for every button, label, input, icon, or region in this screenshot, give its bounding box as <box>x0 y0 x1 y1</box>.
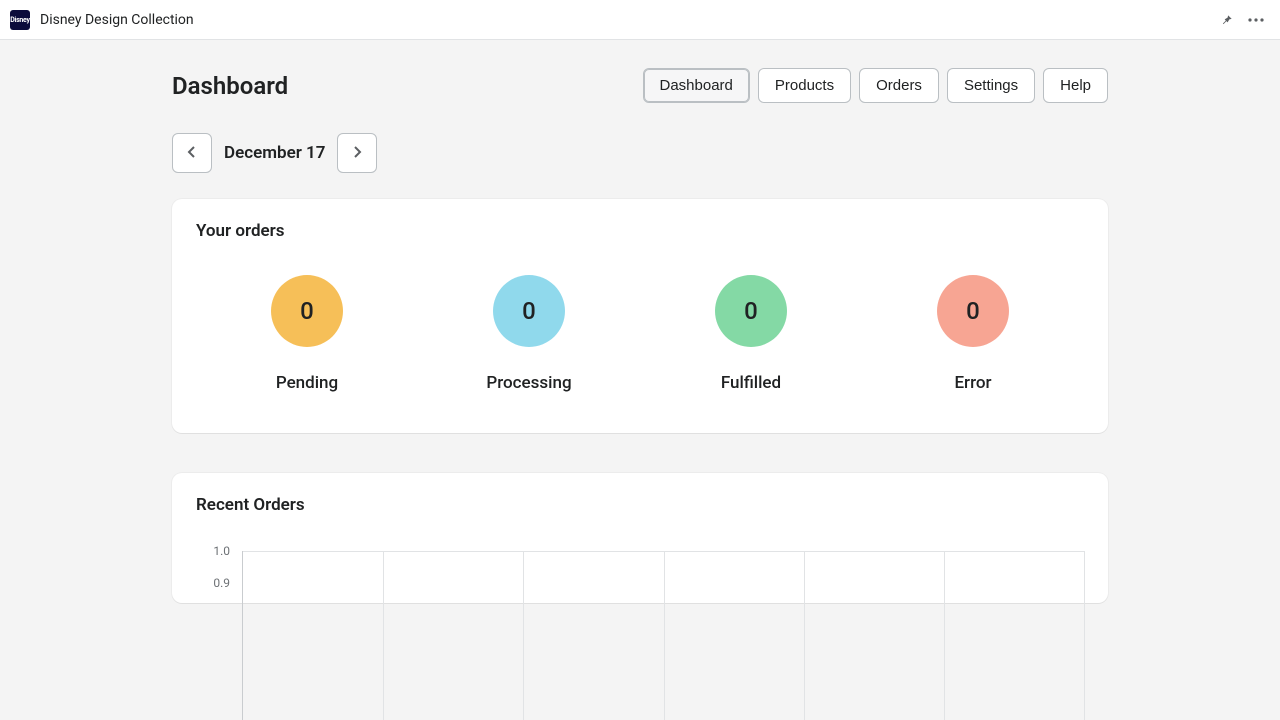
stat-error[interactable]: 0 Error <box>873 275 1073 393</box>
recent-orders-card: Recent Orders 1.0 0.9 <box>172 473 1108 603</box>
vgrid <box>523 551 524 720</box>
stat-processing-label: Processing <box>486 373 571 393</box>
orders-card-title: Your orders <box>196 221 1084 241</box>
stat-error-value: 0 <box>937 275 1009 347</box>
stat-processing[interactable]: 0 Processing <box>429 275 629 393</box>
stat-pending[interactable]: 0 Pending <box>207 275 407 393</box>
order-stats-row: 0 Pending 0 Processing 0 Fulfilled 0 Err… <box>196 275 1084 393</box>
stat-fulfilled-label: Fulfilled <box>721 373 781 393</box>
app-title: Disney Design Collection <box>40 12 194 28</box>
nav-dashboard[interactable]: Dashboard <box>643 68 750 103</box>
stat-fulfilled-value: 0 <box>715 275 787 347</box>
stat-pending-value: 0 <box>271 275 343 347</box>
chevron-left-icon <box>187 145 197 162</box>
chart-plot-area <box>242 551 1084 720</box>
top-bar-right <box>1220 13 1270 27</box>
pin-icon[interactable] <box>1220 13 1234 27</box>
stat-error-label: Error <box>954 373 991 393</box>
nav-orders[interactable]: Orders <box>859 68 939 103</box>
y-tick-1: 1.0 <box>213 544 230 558</box>
vgrid <box>383 551 384 720</box>
app-icon: Disney <box>10 10 30 30</box>
page-title: Dashboard <box>172 72 288 100</box>
stat-fulfilled[interactable]: 0 Fulfilled <box>651 275 851 393</box>
more-icon[interactable] <box>1248 18 1264 22</box>
top-bar-left: Disney Disney Design Collection <box>10 10 194 30</box>
recent-orders-chart: 1.0 0.9 <box>196 543 1084 603</box>
vgrid <box>804 551 805 720</box>
nav-settings[interactable]: Settings <box>947 68 1035 103</box>
nav-products[interactable]: Products <box>758 68 851 103</box>
date-prev-button[interactable] <box>172 133 212 173</box>
date-label: December 17 <box>220 143 329 163</box>
date-selector: December 17 <box>172 133 1108 173</box>
header-row: Dashboard Dashboard Products Orders Sett… <box>172 68 1108 103</box>
stat-pending-label: Pending <box>276 373 338 393</box>
date-next-button[interactable] <box>337 133 377 173</box>
vgrid <box>1084 551 1085 720</box>
chevron-right-icon <box>352 145 362 162</box>
vgrid <box>664 551 665 720</box>
recent-orders-title: Recent Orders <box>196 495 1084 515</box>
page-container: Dashboard Dashboard Products Orders Sett… <box>172 40 1108 603</box>
top-bar: Disney Disney Design Collection <box>0 0 1280 40</box>
nav-buttons: Dashboard Products Orders Settings Help <box>643 68 1109 103</box>
vgrid <box>944 551 945 720</box>
y-tick-09: 0.9 <box>213 576 230 590</box>
nav-help[interactable]: Help <box>1043 68 1108 103</box>
orders-card: Your orders 0 Pending 0 Processing 0 Ful… <box>172 199 1108 433</box>
stat-processing-value: 0 <box>493 275 565 347</box>
